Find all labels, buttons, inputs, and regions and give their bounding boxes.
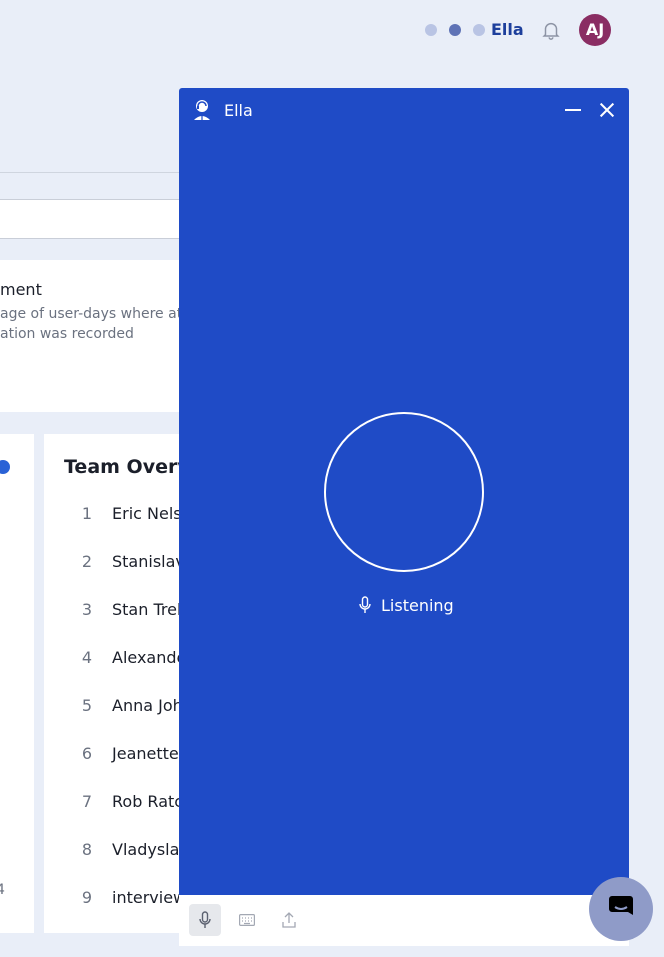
voice-circle[interactable] bbox=[324, 412, 484, 572]
member-name: Alexande bbox=[112, 648, 180, 667]
axis-value: 4 bbox=[0, 882, 5, 898]
panel-header: Ella bbox=[179, 88, 629, 132]
upload-button[interactable] bbox=[273, 904, 305, 936]
member-name: Anna Joh bbox=[112, 696, 180, 715]
chart-card: 4 bbox=[0, 434, 34, 933]
member-name: Vladyslav bbox=[112, 840, 180, 859]
team-row[interactable]: 3 Stan Treb bbox=[44, 600, 180, 648]
team-row[interactable]: 2 Stanislav bbox=[44, 552, 180, 600]
chat-icon bbox=[609, 896, 633, 915]
microphone-icon bbox=[199, 911, 211, 928]
rank: 3 bbox=[81, 600, 93, 619]
upload-icon bbox=[282, 912, 296, 928]
bell-icon[interactable] bbox=[540, 19, 562, 41]
status-dot bbox=[449, 24, 461, 36]
team-row[interactable]: 6 Jeanette bbox=[44, 744, 180, 792]
chat-launcher-button[interactable] bbox=[589, 877, 653, 941]
metric-description-line: age of user-days where at le bbox=[0, 306, 180, 322]
rank: 1 bbox=[81, 504, 93, 523]
rank: 8 bbox=[81, 840, 93, 859]
legend-dot bbox=[0, 460, 10, 474]
listening-label: Listening bbox=[381, 595, 454, 615]
team-row[interactable]: 8 Vladyslav bbox=[44, 840, 180, 888]
member-name: Jeanette bbox=[112, 744, 179, 763]
filter-input[interactable] bbox=[0, 199, 180, 239]
rank: 9 bbox=[81, 888, 93, 907]
microphone-icon bbox=[359, 596, 371, 613]
member-name: Stanislav bbox=[112, 552, 180, 571]
metric-description: age of user-days where at le ation was r… bbox=[0, 304, 180, 344]
team-overview-title: Team Overv bbox=[64, 456, 180, 478]
ella-logo-icon bbox=[191, 98, 213, 122]
team-row[interactable]: 9 interview bbox=[44, 888, 180, 933]
member-name: Stan Treb bbox=[112, 600, 180, 619]
panel-footer bbox=[179, 895, 629, 946]
minimize-icon[interactable] bbox=[563, 100, 583, 120]
rank: 6 bbox=[81, 744, 93, 763]
close-icon[interactable] bbox=[597, 100, 617, 120]
metric-title: ment bbox=[0, 280, 42, 299]
team-row[interactable]: 7 Rob Ratc bbox=[44, 792, 180, 840]
team-overview-card: Team Overv 1 Eric Nelso 2 Stanislav 3 Stan … bbox=[44, 434, 180, 933]
rank: 4 bbox=[81, 648, 93, 667]
metric-description-line: ation was recorded bbox=[0, 326, 134, 342]
ella-assistant-link[interactable]: Ella bbox=[491, 20, 524, 39]
keyboard-icon bbox=[239, 914, 255, 926]
keyboard-button[interactable] bbox=[231, 904, 263, 936]
team-row[interactable]: 5 Anna Joh bbox=[44, 696, 180, 744]
panel-title: Ella bbox=[224, 101, 253, 120]
divider bbox=[0, 172, 180, 173]
rank: 5 bbox=[81, 696, 93, 715]
metric-card: ment age of user-days where at le ation … bbox=[0, 260, 180, 412]
member-name: Rob Ratc bbox=[112, 792, 180, 811]
rank: 2 bbox=[81, 552, 93, 571]
rank: 7 bbox=[81, 792, 93, 811]
status-dot bbox=[473, 24, 485, 36]
team-row[interactable]: 4 Alexande bbox=[44, 648, 180, 696]
top-bar: Ella AJ bbox=[0, 0, 664, 62]
team-row[interactable]: 1 Eric Nelso bbox=[44, 504, 180, 552]
avatar[interactable]: AJ bbox=[579, 14, 611, 46]
ella-panel: Ella Listening bbox=[179, 88, 629, 946]
member-name: interview bbox=[112, 888, 180, 907]
microphone-button[interactable] bbox=[189, 904, 221, 936]
status-dot bbox=[425, 24, 437, 36]
member-name: Eric Nelso bbox=[112, 504, 180, 523]
listening-status: Listening bbox=[359, 594, 454, 616]
